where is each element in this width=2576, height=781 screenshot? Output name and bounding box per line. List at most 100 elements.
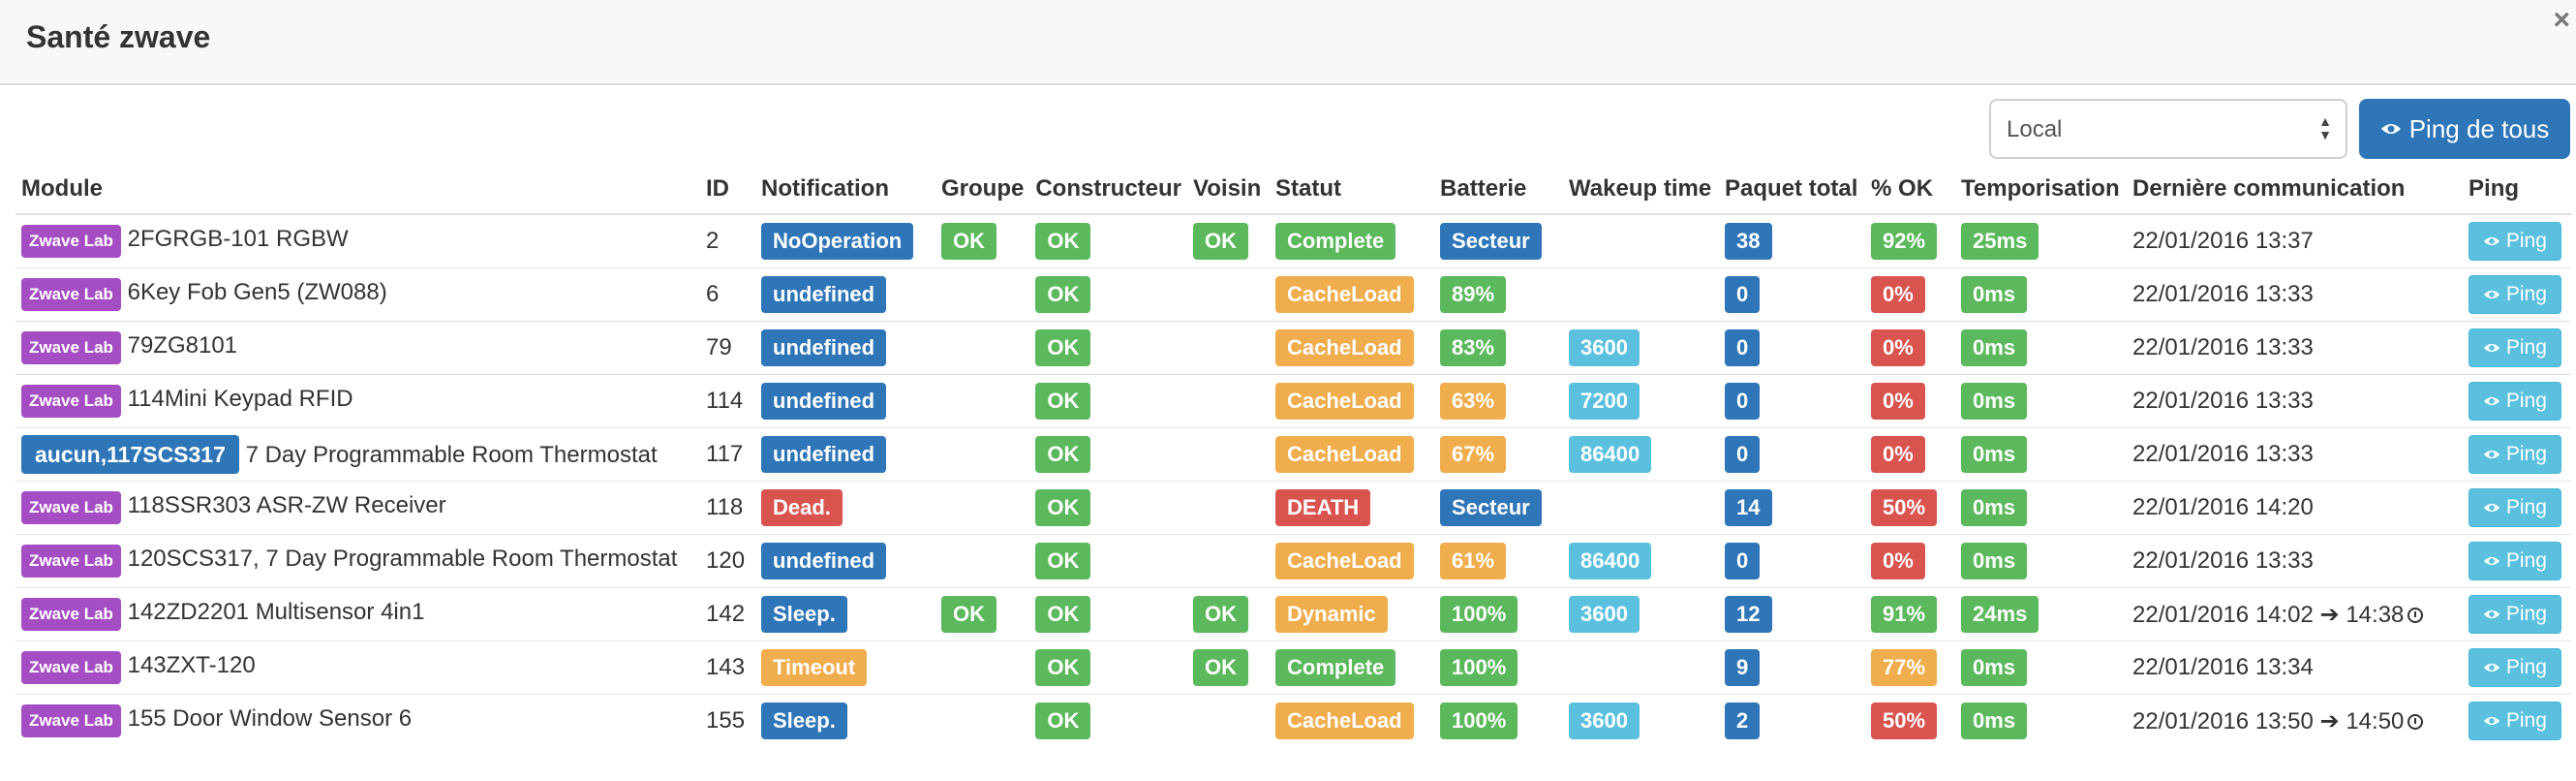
- ping-button[interactable]: Ping: [2469, 702, 2561, 740]
- module-name[interactable]: 2FGRGB-101 RGBW: [128, 226, 349, 252]
- ping-label: Ping: [2505, 283, 2547, 305]
- notification-badge: Sleep.: [761, 703, 847, 739]
- notification-badge: NoOperation: [761, 223, 914, 260]
- object-tag[interactable]: aucun,117SCS317: [21, 435, 239, 474]
- module-cell: Zwave Lab 79ZG8101: [15, 321, 700, 375]
- object-tag[interactable]: Zwave Lab: [21, 278, 121, 311]
- id-cell: 143: [700, 640, 755, 695]
- batterie-badge: 61%: [1440, 543, 1507, 579]
- groupe-badge: OK: [941, 223, 997, 260]
- col-wakeup[interactable]: Wakeup time: [1563, 165, 1720, 215]
- module-name[interactable]: 118SSR303 ASR-ZW Receiver: [128, 492, 446, 518]
- col-paquet[interactable]: Paquet total: [1719, 165, 1866, 215]
- col-statut[interactable]: Statut: [1270, 165, 1435, 215]
- col-notification[interactable]: Notification: [755, 165, 935, 215]
- pct-ok-badge: 77%: [1871, 649, 1938, 686]
- last-comm-value: 22/01/2016 13:34: [2132, 654, 2314, 680]
- table-row: Zwave Lab 143ZXT-120 143 Timeout OK OK Comple…: [15, 640, 2572, 695]
- close-icon[interactable]: ×: [2553, 6, 2570, 35]
- module-name[interactable]: 114Mini Keypad RFID: [128, 386, 353, 412]
- notification-cell: undefined: [755, 534, 935, 588]
- tempo-cell: 0ms: [1955, 374, 2128, 428]
- constructeur-badge: OK: [1035, 543, 1091, 579]
- object-tag[interactable]: Zwave Lab: [21, 385, 121, 418]
- object-tag[interactable]: Zwave Lab: [21, 545, 121, 578]
- statut-cell: DEATH: [1270, 481, 1435, 535]
- paquet-badge: 0: [1725, 329, 1761, 366]
- voisin-cell: [1187, 481, 1271, 535]
- col-id[interactable]: ID: [700, 165, 755, 215]
- pct-ok-badge: 0%: [1871, 543, 1925, 579]
- wakeup-cell: 86400: [1563, 427, 1720, 482]
- object-tag[interactable]: Zwave Lab: [21, 598, 121, 631]
- ping-button[interactable]: Ping: [2469, 222, 2561, 261]
- object-tag[interactable]: Zwave Lab: [21, 491, 121, 524]
- object-tag[interactable]: Zwave Lab: [21, 651, 121, 684]
- module-name[interactable]: 155 Door Window Sensor 6: [128, 705, 412, 732]
- module-name[interactable]: 79ZG8101: [128, 332, 237, 359]
- table-header-row: Module ID Notification Groupe Constructe…: [15, 165, 2572, 215]
- batterie-badge: Secteur: [1440, 489, 1542, 526]
- ping-cell: Ping: [2463, 534, 2572, 588]
- ping-button[interactable]: Ping: [2469, 488, 2561, 527]
- paquet-badge: 38: [1725, 223, 1772, 260]
- last-comm-next: 14:38: [2346, 601, 2405, 628]
- module-name[interactable]: 120SCS317, 7 Day Programmable Room Therm…: [128, 546, 678, 572]
- paquet-badge: 12: [1725, 596, 1772, 633]
- statut-badge: CacheLoad: [1275, 383, 1414, 420]
- batterie-badge: Secteur: [1440, 223, 1542, 260]
- ping-button[interactable]: Ping: [2469, 382, 2561, 421]
- groupe-cell: OK: [935, 587, 1030, 641]
- col-constructeur[interactable]: Constructeur: [1029, 165, 1188, 215]
- batterie-cell: 89%: [1434, 267, 1564, 322]
- statut-badge: Complete: [1275, 223, 1396, 260]
- object-tag[interactable]: Zwave Lab: [21, 704, 121, 737]
- batterie-cell: 67%: [1434, 427, 1564, 482]
- statut-cell: Complete: [1270, 213, 1435, 268]
- notification-cell: NoOperation: [755, 213, 935, 268]
- batterie-badge: 63%: [1440, 383, 1507, 420]
- module-name[interactable]: 142ZD2201 Multisensor 4in1: [128, 599, 425, 625]
- eye-icon: [2483, 451, 2500, 459]
- ping-button[interactable]: Ping: [2469, 328, 2561, 367]
- module-name[interactable]: 143ZXT-120: [128, 652, 256, 678]
- statut-badge: DEATH: [1275, 489, 1371, 526]
- object-tag[interactable]: Zwave Lab: [21, 331, 121, 364]
- network-select[interactable]: Local ▲ ▼: [1989, 99, 2347, 159]
- constructeur-cell: OK: [1029, 481, 1188, 535]
- col-last-comm[interactable]: Dernière communication: [2127, 165, 2464, 215]
- col-temporisation[interactable]: Temporisation: [1955, 165, 2128, 215]
- ping-button[interactable]: Ping: [2469, 648, 2561, 687]
- col-module[interactable]: Module: [15, 165, 700, 215]
- eye-icon: [2483, 504, 2500, 513]
- pct-ok-badge: 0%: [1871, 383, 1925, 420]
- module-cell: Zwave Lab 6Key Fob Gen5 (ZW088): [15, 267, 700, 322]
- ping-button[interactable]: Ping: [2469, 595, 2561, 634]
- groupe-cell: [935, 640, 1030, 695]
- voisin-cell: [1187, 321, 1271, 375]
- ping-all-button[interactable]: Ping de tous: [2359, 99, 2570, 159]
- col-voisin[interactable]: Voisin: [1187, 165, 1271, 215]
- notification-badge: undefined: [761, 383, 887, 420]
- last-comm-cell: 22/01/2016 13:34: [2127, 640, 2464, 695]
- tempo-cell: 0ms: [1955, 321, 2128, 375]
- statut-badge: Dynamic: [1275, 596, 1388, 633]
- col-batterie[interactable]: Batterie: [1434, 165, 1564, 215]
- ping-button[interactable]: Ping: [2469, 542, 2561, 580]
- object-tag[interactable]: Zwave Lab: [21, 225, 121, 258]
- col-pct-ok[interactable]: % OK: [1865, 165, 1956, 215]
- statut-cell: CacheLoad: [1270, 534, 1435, 588]
- paquet-badge: 0: [1725, 383, 1761, 420]
- ping-cell: Ping: [2463, 267, 2572, 322]
- module-name[interactable]: 6Key Fob Gen5 (ZW088): [128, 279, 387, 305]
- last-comm-cell: 22/01/2016 13:33: [2127, 321, 2464, 375]
- last-comm-cell: 22/01/2016 13:37: [2127, 213, 2464, 268]
- ping-button[interactable]: Ping: [2469, 275, 2561, 314]
- voisin-cell: [1187, 694, 1271, 747]
- constructeur-badge: OK: [1035, 489, 1091, 526]
- statut-cell: CacheLoad: [1270, 267, 1435, 322]
- ping-button[interactable]: Ping: [2469, 435, 2561, 474]
- tempo-badge: 0ms: [1961, 329, 2028, 366]
- col-groupe[interactable]: Groupe: [935, 165, 1030, 215]
- module-name[interactable]: 7 Day Programmable Room Thermostat: [246, 442, 658, 468]
